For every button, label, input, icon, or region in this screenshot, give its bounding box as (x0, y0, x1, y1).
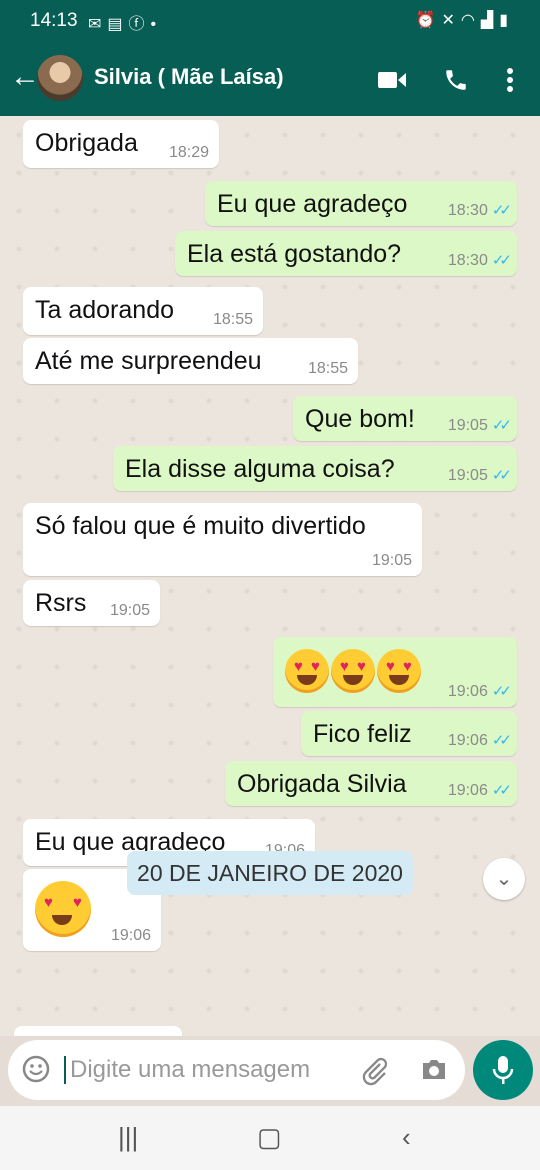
mail-icon: ✉ (88, 16, 108, 33)
phone-icon[interactable] (436, 60, 476, 100)
message-bubble[interactable]: Obrigada Silvia 19:06 ✓✓ (225, 761, 517, 806)
read-ticks-icon: ✓✓ (491, 683, 512, 700)
read-ticks-icon: ✓✓ (491, 467, 512, 484)
message-time: 19:06 (447, 782, 488, 799)
contact-name[interactable]: Silvia ( Mãe Laísa) (94, 64, 284, 90)
message-time: 19:05 (447, 417, 488, 434)
message-time: 18:55 (212, 311, 253, 328)
message-time: 18:55 (307, 360, 348, 377)
system-nav-bar: ||| ▢ ‹ (0, 1106, 540, 1170)
message-text: Só falou que é muito divertido (35, 512, 366, 540)
message-text: Até me surpreendeu (35, 347, 262, 375)
message-time: 19:05 (109, 602, 150, 619)
system-icons: ⏰✕◠▟▮ (416, 10, 514, 30)
notification-icons: ✉▤ⓕ• (88, 10, 162, 34)
chevron-down-icon: ⌄ (495, 868, 513, 890)
signal-icon: ▟ (480, 12, 500, 29)
message-input-bar: Digite uma mensagem (8, 1040, 465, 1100)
facebook-icon: ⓕ (128, 16, 151, 33)
message-text: Ela está gostando? (187, 240, 402, 268)
emoji-icon[interactable] (22, 1055, 50, 1088)
dot-icon: • (150, 16, 163, 33)
mute-icon: ✕ (441, 12, 461, 29)
emoji-row: ♥ ♥ ♥ ♥ ♥ ♥ (285, 649, 423, 693)
message-bubble[interactable]: Rsrs 19:05 (23, 580, 160, 626)
read-ticks-icon: ✓✓ (491, 732, 512, 749)
chat-header: ← Silvia ( Mãe Laísa) (0, 42, 540, 116)
message-bubble[interactable]: Até me surpreendeu 18:55 (23, 338, 358, 384)
message-time: 19:06 (447, 732, 488, 749)
read-ticks-icon: ✓✓ (491, 782, 512, 799)
message-bubble[interactable]: Eu que agradeço 18:30 ✓✓ (205, 181, 517, 226)
heart-eyes-emoji: ♥ ♥ (331, 649, 375, 693)
message-icon: ▤ (107, 16, 129, 33)
date-chip: 20 DE JANEIRO DE 2020 (127, 851, 413, 895)
alarm-icon: ⏰ (415, 12, 442, 29)
heart-eyes-emoji: ♥ ♥ (377, 649, 421, 693)
heart-eyes-emoji: ♥ ♥ (35, 881, 91, 937)
message-text: Eu que agradeço (217, 190, 408, 218)
message-text: Fico feliz (313, 720, 412, 748)
back-icon[interactable]: ‹ (402, 1122, 411, 1153)
battery-icon: ▮ (499, 12, 514, 29)
read-ticks-icon: ✓✓ (491, 417, 512, 434)
attach-icon[interactable] (360, 1056, 390, 1091)
mic-icon (492, 1056, 514, 1084)
message-time: 18:29 (168, 144, 209, 161)
scroll-down-button[interactable]: ⌄ (483, 858, 525, 900)
emoji-row: ♥ ♥ (35, 881, 93, 937)
back-arrow-icon[interactable]: ← (10, 62, 40, 92)
message-bubble[interactable]: Que bom! 19:05 ✓✓ (293, 396, 517, 441)
message-bubble[interactable]: Fico feliz 19:06 ✓✓ (301, 711, 517, 756)
message-bubble[interactable]: Obrigada 18:29 (23, 120, 219, 168)
message-bubble[interactable]: Só falou que é muito divertido 19:05 (23, 503, 422, 576)
message-text: Rsrs (35, 589, 87, 617)
video-call-icon[interactable] (372, 60, 412, 100)
message-text: Que bom! (305, 405, 415, 433)
read-ticks-icon: ✓✓ (491, 202, 512, 219)
avatar[interactable] (37, 55, 83, 101)
message-time: 19:05 (447, 467, 488, 484)
status-bar: 14:13 ✉▤ⓕ• ⏰✕◠▟▮ (0, 0, 540, 42)
more-vert-icon[interactable] (490, 60, 530, 100)
chat-area[interactable]: Obrigada 18:29 Eu que agradeço 18:30 ✓✓ E… (0, 116, 540, 1036)
message-text: Ta adorando (35, 296, 175, 324)
message-bubble[interactable]: ♥ ♥ ♥ ♥ ♥ ♥ 19:06 ✓✓ (273, 637, 517, 707)
message-bubble[interactable]: Ela disse alguma coisa? 19:05 ✓✓ (113, 446, 517, 491)
text-cursor (64, 1056, 66, 1084)
home-icon[interactable]: ▢ (257, 1122, 282, 1153)
read-ticks-icon: ✓✓ (491, 252, 512, 269)
message-text: Ela disse alguma coisa? (125, 455, 395, 483)
message-time: 18:30 (447, 202, 488, 219)
message-time: 19:06 (110, 927, 151, 944)
message-time: 19:05 (371, 552, 412, 569)
message-time: 18:30 (447, 252, 488, 269)
message-time: 19:06 (447, 683, 488, 700)
message-text: Obrigada Silvia (237, 770, 407, 798)
message-bubble[interactable]: Ela está gostando? 18:30 ✓✓ (175, 231, 517, 276)
recent-apps-icon[interactable]: ||| (118, 1122, 138, 1153)
wifi-icon: ◠ (460, 12, 481, 29)
status-time: 14:13 (30, 10, 78, 31)
message-bubble[interactable]: Ta adorando 18:55 (23, 287, 263, 335)
message-bubble[interactable] (14, 1026, 182, 1036)
message-input[interactable]: Digite uma mensagem (70, 1056, 310, 1084)
mic-button[interactable] (473, 1040, 533, 1100)
heart-eyes-emoji: ♥ ♥ (285, 649, 329, 693)
camera-icon[interactable] (420, 1056, 448, 1087)
message-text: Obrigada (35, 129, 138, 157)
